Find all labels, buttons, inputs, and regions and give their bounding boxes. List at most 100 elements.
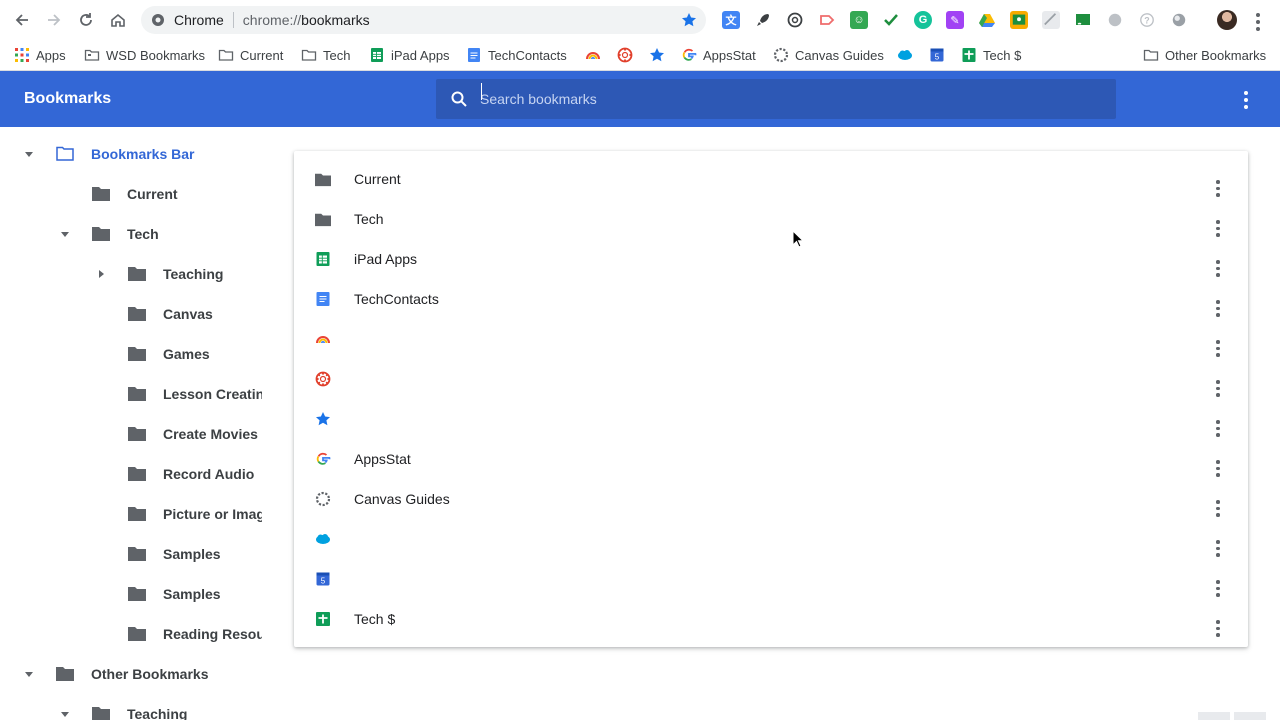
list-item-canvas-guides[interactable]: Canvas Guides bbox=[294, 479, 1248, 519]
tree-item-samples[interactable]: Samples bbox=[0, 574, 270, 614]
list-item-canvas[interactable] bbox=[294, 359, 1248, 399]
openai-icon[interactable] bbox=[786, 11, 804, 29]
tree-item-tech[interactable]: Tech bbox=[0, 214, 270, 254]
bookmark-calendar[interactable]: 5 bbox=[929, 43, 945, 67]
drive-icon[interactable] bbox=[978, 11, 996, 29]
apps-grid-icon bbox=[14, 47, 30, 63]
bookmark-rainbow[interactable] bbox=[585, 43, 601, 67]
list-item-tech-dollar[interactable]: Tech $ bbox=[294, 599, 1248, 639]
list-item-appsstat[interactable]: AppsStat bbox=[294, 439, 1248, 479]
salesforce-icon bbox=[315, 531, 331, 547]
bookmark-techcontacts[interactable]: TechContacts bbox=[466, 43, 567, 67]
bookmark-tech-dollar[interactable]: Tech $ bbox=[961, 43, 1021, 67]
bookmark-label: iPad Apps bbox=[391, 47, 450, 63]
tree-item-label: Teaching bbox=[127, 706, 188, 720]
folder-icon bbox=[92, 227, 110, 241]
bookmark-ipad-apps[interactable]: iPad Apps bbox=[369, 43, 450, 67]
tree-item-samples[interactable]: Samples bbox=[0, 534, 270, 574]
tree-item-teaching[interactable]: Teaching bbox=[0, 254, 270, 294]
more-actions-icon[interactable] bbox=[1216, 380, 1220, 397]
bookmark-appsstat[interactable]: AppsStat bbox=[681, 43, 756, 67]
more-actions-icon[interactable] bbox=[1216, 420, 1220, 437]
grammarly-icon[interactable]: G bbox=[914, 11, 932, 29]
scroll-stub bbox=[1198, 712, 1230, 720]
puzzle-icon[interactable]: ✎ bbox=[946, 11, 964, 29]
translate-icon[interactable]: 文 bbox=[722, 11, 740, 29]
rainbow-icon bbox=[315, 331, 331, 347]
list-item-rainbow[interactable] bbox=[294, 319, 1248, 359]
screencastify-icon[interactable] bbox=[818, 11, 836, 29]
organize-menu-icon[interactable] bbox=[1244, 91, 1248, 109]
list-item-salesforce[interactable] bbox=[294, 519, 1248, 559]
search-input[interactable] bbox=[480, 91, 1080, 107]
grey-circle-icon[interactable] bbox=[1106, 11, 1124, 29]
rainbow-icon bbox=[585, 47, 601, 63]
expand-arrow-icon[interactable] bbox=[24, 669, 34, 679]
tree-item-teaching-other[interactable]: Teaching bbox=[0, 694, 270, 720]
list-item-star[interactable] bbox=[294, 399, 1248, 439]
collapsed-arrow-icon[interactable] bbox=[96, 269, 106, 279]
bookmark-star-icon[interactable] bbox=[681, 12, 697, 28]
expand-arrow-icon[interactable] bbox=[60, 709, 70, 719]
tree-item-picture-or-image[interactable]: Picture or Image bbox=[0, 494, 262, 534]
list-item-ipad-apps[interactable]: iPad Apps bbox=[294, 239, 1248, 279]
tree-item-current[interactable]: Current bbox=[0, 174, 270, 214]
text-caret bbox=[481, 83, 482, 100]
list-item-label: Canvas Guides bbox=[354, 491, 450, 507]
scroll-stub bbox=[1234, 712, 1266, 720]
pdf-icon[interactable] bbox=[1042, 11, 1060, 29]
more-actions-icon[interactable] bbox=[1216, 580, 1220, 597]
list-item-techcontacts[interactable]: TechContacts bbox=[294, 279, 1248, 319]
bookmark-star[interactable] bbox=[649, 43, 665, 67]
more-actions-icon[interactable] bbox=[1216, 460, 1220, 477]
bookmark-salesforce[interactable] bbox=[897, 43, 913, 67]
rocket-icon[interactable] bbox=[754, 11, 772, 29]
more-actions-icon[interactable] bbox=[1216, 500, 1220, 517]
classroom-icon[interactable] bbox=[1010, 11, 1028, 29]
tree-item-reading-resources[interactable]: Reading Resources bbox=[0, 614, 262, 654]
tree-item-bookmarks-bar[interactable]: Bookmarks Bar bbox=[0, 134, 270, 174]
bookmark-current[interactable]: Current bbox=[218, 43, 283, 67]
sheets-plus-icon bbox=[961, 47, 977, 63]
address-bar[interactable]: Chrome chrome://bookmarks bbox=[141, 6, 706, 34]
cast-icon[interactable] bbox=[1074, 11, 1092, 29]
tree-item-record-audio[interactable]: Record Audio bbox=[0, 454, 270, 494]
more-actions-icon[interactable] bbox=[1216, 540, 1220, 557]
check-icon[interactable] bbox=[882, 11, 900, 29]
help-icon[interactable]: ? bbox=[1138, 11, 1156, 29]
bookmark-other-bookmarks[interactable]: Other Bookmarks bbox=[1143, 43, 1266, 67]
more-actions-icon[interactable] bbox=[1216, 300, 1220, 317]
expand-arrow-icon[interactable] bbox=[24, 149, 34, 159]
clip-icon[interactable]: ☺ bbox=[850, 11, 868, 29]
home-icon[interactable] bbox=[102, 4, 134, 36]
more-actions-icon[interactable] bbox=[1216, 180, 1220, 197]
sheets-icon bbox=[315, 251, 331, 267]
bookmark-tech[interactable]: Tech bbox=[301, 43, 350, 67]
profile-avatar[interactable] bbox=[1217, 10, 1237, 30]
expand-arrow-icon[interactable] bbox=[60, 229, 70, 239]
bookmark-canvas-guides[interactable]: Canvas Guides bbox=[773, 43, 884, 67]
list-item-calendar[interactable]: 5 bbox=[294, 559, 1248, 599]
list-item-tech[interactable]: Tech bbox=[294, 199, 1248, 239]
forward-icon[interactable] bbox=[38, 4, 70, 36]
bookmark-apps[interactable]: Apps bbox=[14, 43, 66, 67]
more-actions-icon[interactable] bbox=[1216, 220, 1220, 237]
back-icon[interactable] bbox=[6, 4, 38, 36]
chrome-menu-icon[interactable] bbox=[1256, 13, 1260, 31]
bookmark-wsd-bookmarks[interactable]: WSD Bookmarks bbox=[84, 43, 205, 67]
search-box[interactable] bbox=[436, 79, 1116, 119]
tree-item-canvas[interactable]: Canvas bbox=[0, 294, 270, 334]
tree-item-games[interactable]: Games bbox=[0, 334, 270, 374]
sphere-icon[interactable] bbox=[1170, 11, 1188, 29]
more-actions-icon[interactable] bbox=[1216, 340, 1220, 357]
more-actions-icon[interactable] bbox=[1216, 260, 1220, 277]
tree-item-lesson-creating[interactable]: Lesson Creating Tools bbox=[0, 374, 262, 414]
list-item-current[interactable]: Current bbox=[294, 159, 1248, 199]
docs-icon bbox=[315, 291, 331, 307]
bookmark-label: Apps bbox=[36, 47, 66, 63]
tree-item-create-movies[interactable]: Create Movies bbox=[0, 414, 270, 454]
tree-item-other-bookmarks[interactable]: Other Bookmarks bbox=[0, 654, 270, 694]
bookmark-canvas[interactable] bbox=[617, 43, 633, 67]
reload-icon[interactable] bbox=[70, 4, 102, 36]
more-actions-icon[interactable] bbox=[1216, 620, 1220, 637]
